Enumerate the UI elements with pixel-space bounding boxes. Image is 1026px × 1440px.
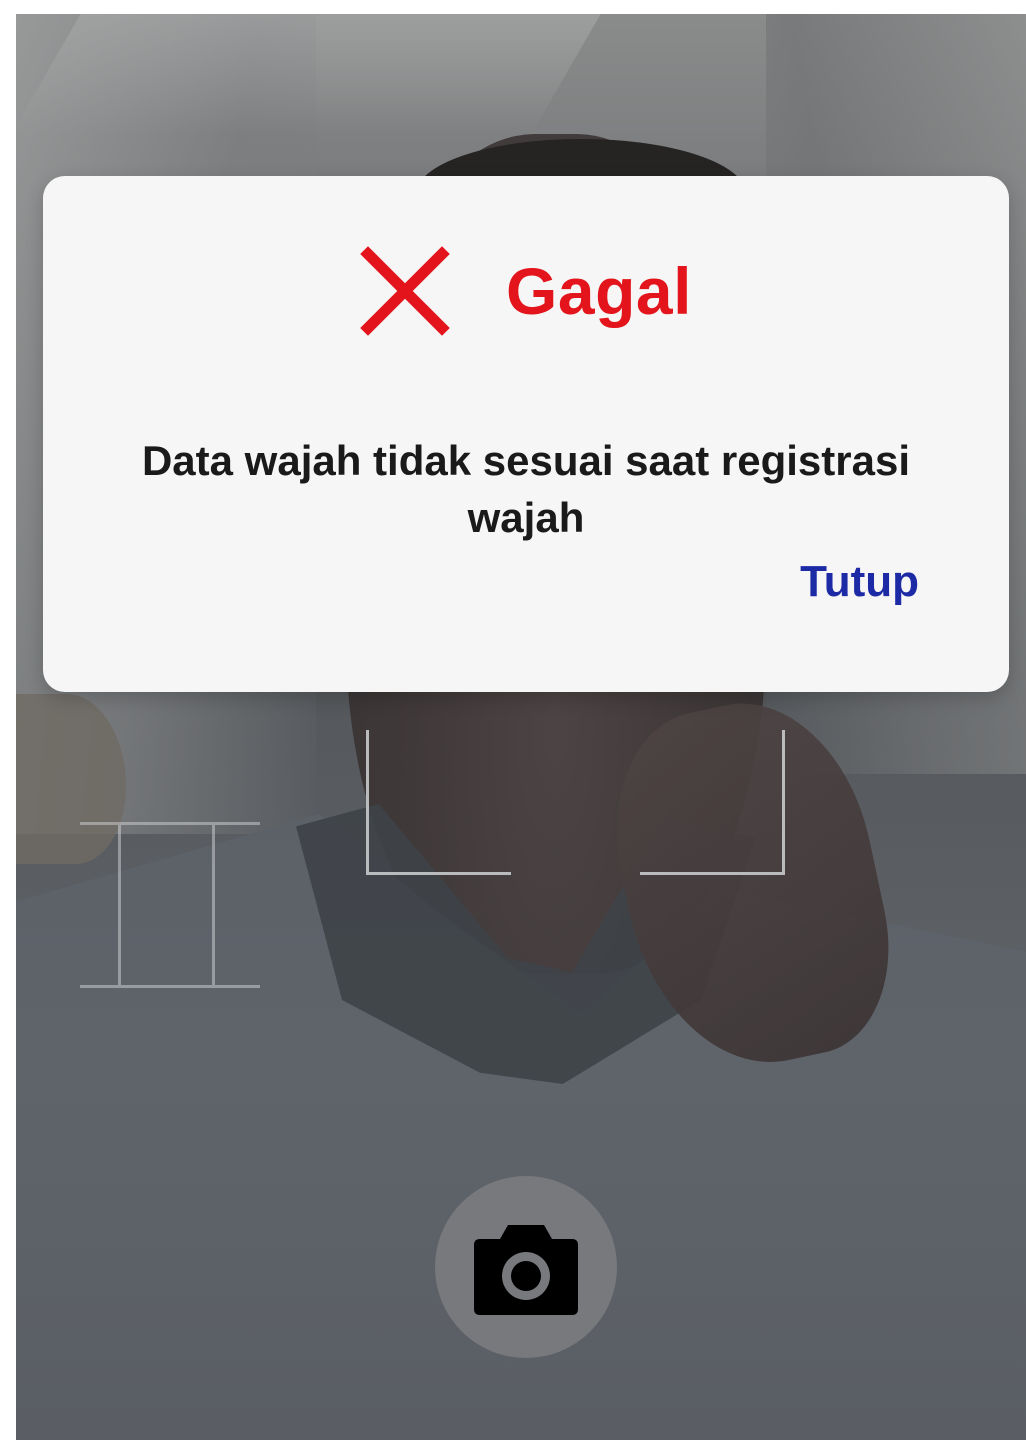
ceiling-light xyxy=(16,14,601,134)
face-frame-bottom-right-corner xyxy=(640,730,785,875)
close-button[interactable]: Tutup xyxy=(800,560,919,604)
dialog-message: Data wajah tidak sesuai saat registrasi … xyxy=(141,437,911,541)
dialog-title: Gagal xyxy=(506,254,692,328)
error-dialog: Gagal Data wajah tidak sesuai saat regis… xyxy=(43,176,1009,692)
camera-icon xyxy=(474,1225,578,1315)
dialog-header: Gagal xyxy=(43,246,1009,336)
shutter-button[interactable] xyxy=(435,1176,617,1358)
background-window-frame xyxy=(80,822,260,988)
close-x-icon xyxy=(360,246,450,336)
camera-screen: Gagal Data wajah tidak sesuai saat regis… xyxy=(16,14,1026,1440)
face-frame-bottom-left-corner xyxy=(366,730,511,875)
